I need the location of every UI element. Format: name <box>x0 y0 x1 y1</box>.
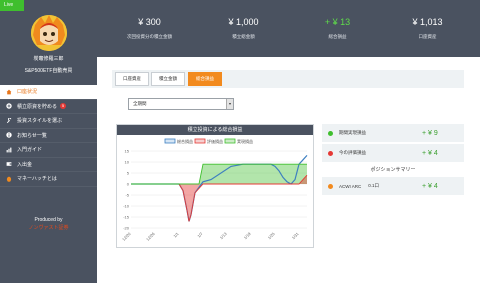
summary-label: 今の評価損益 <box>339 150 366 155</box>
stat-account-assets: ¥ 1,013 口座資産 <box>380 17 475 40</box>
summary-row-unrealized: 今の評価損益 + ¥ 4 <box>322 144 464 162</box>
legend-swatch <box>164 138 176 144</box>
sidebar-item-label: 積立原資を貯める <box>17 103 58 110</box>
sidebar-item-investment-style[interactable]: 投資スタイルを選ぶ <box>0 114 97 129</box>
sidebar-item-label: 入門ガイド <box>17 147 43 154</box>
stat-label: 積立総金額 <box>232 34 255 39</box>
stat-value: ¥ 1,013 <box>412 17 443 27</box>
period-select[interactable]: 全期間 ▾ <box>128 98 234 110</box>
wrench-icon <box>6 117 12 124</box>
y-tick-label: -5 <box>125 193 129 198</box>
sidebar-item-guide[interactable]: 入門ガイド <box>0 143 97 158</box>
x-tick-label: 12/20 <box>121 231 132 242</box>
period-select-value: 全期間 <box>133 101 147 106</box>
position-row[interactable]: ACWI ARC 0.1口 + ¥ 4 <box>322 177 464 195</box>
sidebar-item-about[interactable]: マネーハッチとは <box>0 172 97 187</box>
stat-value: + ¥ 13 <box>324 17 351 27</box>
live-badge: Live <box>0 0 24 11</box>
egg-icon <box>6 176 12 182</box>
stat-next-investment: ¥ 300 次回投資分の積立金額 <box>102 17 197 40</box>
chevron-down-icon: ▾ <box>226 99 233 109</box>
notification-badge: 5 <box>60 103 67 110</box>
sidebar-item-label: マネーハッチとは <box>17 176 57 183</box>
x-tick-label: 1/1 <box>172 231 180 239</box>
stat-value: ¥ 300 <box>138 17 161 27</box>
y-tick-label: 10 <box>125 160 130 165</box>
stat-label: 総合損益 <box>328 34 347 39</box>
stat-total-contribution: ¥ 1,000 積立総金額 <box>196 17 291 40</box>
stat-value: ¥ 1,000 <box>228 17 259 27</box>
position-name: ACWI ARC <box>339 183 362 189</box>
y-tick-label: -20 <box>123 226 130 231</box>
wallet-icon <box>6 161 12 167</box>
x-tick-label: 12/26 <box>145 231 156 242</box>
stat-label: 口座資産 <box>418 34 437 39</box>
user-subtitle: S&P500ETF自動売買 <box>24 68 73 74</box>
y-tick-label: -15 <box>123 215 130 220</box>
position-amount: + ¥ 4 <box>422 182 438 190</box>
x-tick-label: 1/31 <box>291 231 301 241</box>
green-dot-icon <box>328 130 333 136</box>
positions-title: ポジションサマリー <box>370 167 416 173</box>
summary-panel: 期間実現損益 + ¥ 9 今の評価損益 + ¥ 4 ポジションサマリー ACWI… <box>322 124 464 197</box>
chart-icon <box>6 147 12 153</box>
x-tick-label: 1/13 <box>219 231 229 241</box>
y-tick-label: -10 <box>123 204 130 209</box>
legend-label: 実現損益 <box>237 138 253 144</box>
profit-chart: 総合損益 評価損益 実現損益 15 10 5 0 -5 -10 -15 -2012/20 12/26 1… <box>121 138 308 242</box>
tab-account-assets[interactable]: 口座資産 <box>115 72 149 86</box>
summary-amount: + ¥ 4 <box>422 149 438 157</box>
stat-total-profit: + ¥ 13 総合損益 <box>290 17 385 40</box>
sidebar-item-label: お知らせ一覧 <box>17 132 47 139</box>
legend-label: 評価損益 <box>207 138 223 144</box>
legend-swatch <box>194 138 206 144</box>
sidebar-nav: 口座状況 積立原資を貯める 5 投資スタイルを選ぶ お知らせ一覧 入門ガイド 入… <box>0 85 97 187</box>
legend-swatch <box>224 138 236 144</box>
x-tick-label: 1/25 <box>267 231 277 241</box>
x-tick-label: 1/7 <box>196 231 204 239</box>
chart-title: 積立投資による総合損益 <box>117 125 313 135</box>
sidebar-item-label: 口座状況 <box>17 89 38 96</box>
sidebar-item-notices[interactable]: お知らせ一覧 <box>0 129 97 143</box>
sidebar-item-save-principal[interactable]: 積立原資を貯める 5 <box>0 100 97 114</box>
orange-dot-icon <box>328 183 333 189</box>
y-tick-label: 5 <box>127 171 130 176</box>
produced-by-label: Produced by <box>34 217 63 223</box>
profit-chart-panel: 積立投資による総合損益 総合損益 評価損益 実現損益 15 10 5 0 -5 -10 -15 -2… <box>116 124 314 248</box>
tab-contribution[interactable]: 積立金額 <box>151 72 185 86</box>
avatar[interactable] <box>31 15 67 51</box>
legend-label: 総合損益 <box>177 138 193 144</box>
chart-tabs: 口座資産 積立金額 総合損益 <box>112 70 464 88</box>
summary-row-realized: 期間実現損益 + ¥ 9 <box>322 124 464 142</box>
tab-total-profit[interactable]: 総合損益 <box>188 72 222 86</box>
stat-label: 次回投資分の積立金額 <box>127 34 172 39</box>
info-icon <box>6 132 12 138</box>
stats-bar: ¥ 300 次回投資分の積立金額 ¥ 1,000 積立総金額 + ¥ 13 総合… <box>97 0 480 57</box>
sidebar-item-label: 投資スタイルを選ぶ <box>17 118 63 125</box>
sidebar-item-label: 入出金 <box>17 161 33 168</box>
summary-amount: + ¥ 9 <box>422 129 438 137</box>
x-tick-label: 1/19 <box>243 231 253 241</box>
plus-icon <box>6 103 12 109</box>
brand-name[interactable]: ノンヴァスト証券 <box>0 224 97 231</box>
y-tick-label: 0 <box>127 182 130 187</box>
red-dot-icon <box>328 150 333 156</box>
user-name: 炭竈修羅三郎 <box>33 56 64 62</box>
sidebar-item-account-status[interactable]: 口座状況 <box>0 85 97 100</box>
summary-label: 期間実現損益 <box>339 130 366 135</box>
home-icon <box>6 89 12 95</box>
sidebar: Live 炭竈修羅三郎 S&P500ETF自動売買 口座状況 積立原資を貯める … <box>0 0 97 283</box>
y-tick-label: 15 <box>125 149 130 154</box>
position-qty: 0.1口 <box>368 183 380 188</box>
sidebar-item-deposit-withdraw[interactable]: 入出金 <box>0 158 97 172</box>
